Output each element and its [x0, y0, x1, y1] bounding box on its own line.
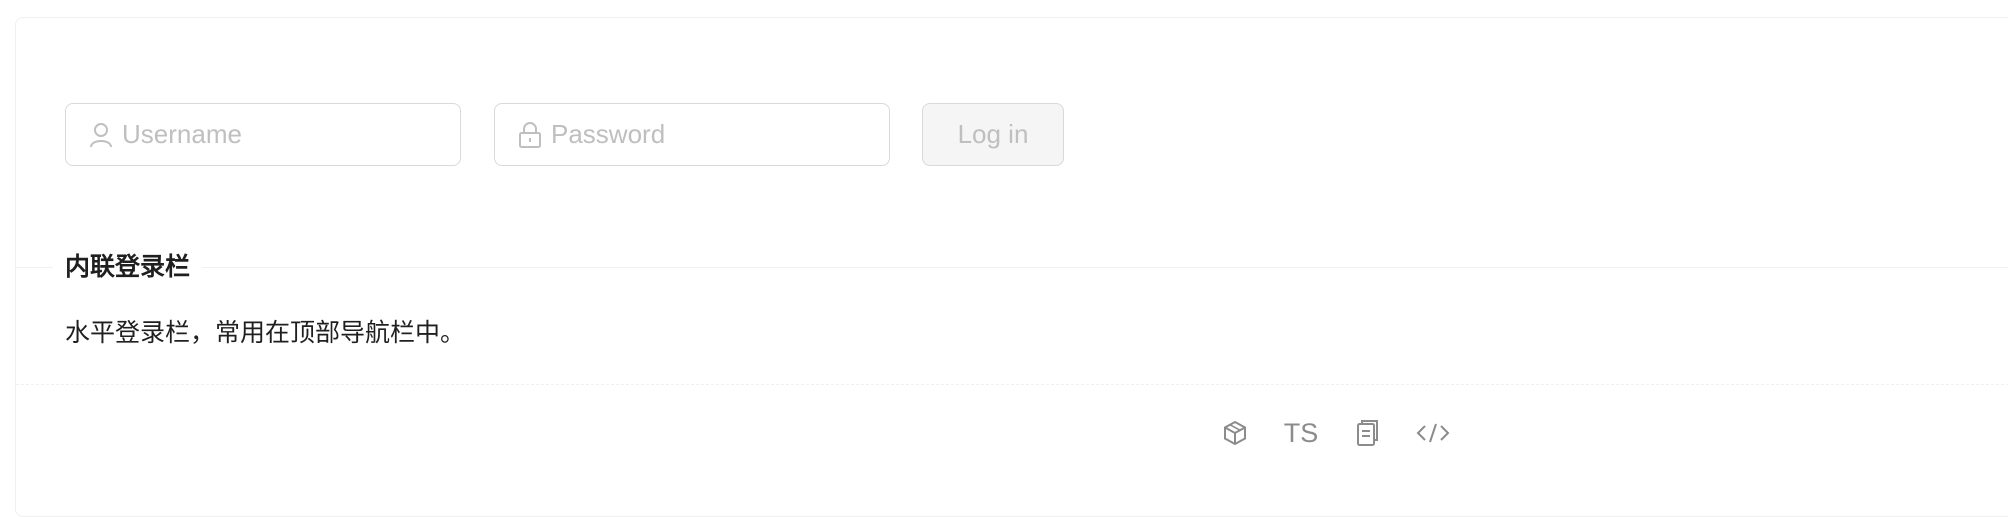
login-button[interactable]: Log in [922, 103, 1064, 166]
copy-icon[interactable] [1349, 413, 1385, 453]
username-field[interactable] [65, 103, 461, 166]
actions-divider [16, 384, 2008, 385]
demo-preview: Log in [16, 18, 2008, 268]
user-icon [88, 121, 114, 149]
password-input[interactable] [551, 119, 851, 150]
meta-divider [16, 267, 2008, 268]
password-field[interactable] [494, 103, 890, 166]
demo-card: Log in 内联登录栏 水平登录栏，常用在顶部导航栏中。 TS [15, 17, 2008, 517]
lock-icon [517, 121, 543, 149]
codesandbox-icon[interactable] [1217, 413, 1253, 453]
code-actions: TS [16, 413, 2008, 453]
typescript-toggle[interactable]: TS [1283, 413, 1319, 453]
username-input[interactable] [122, 119, 422, 150]
demo-title: 内联登录栏 [53, 250, 203, 284]
code-icon[interactable] [1415, 413, 1451, 453]
demo-description: 水平登录栏，常用在顶部导航栏中。 [65, 318, 466, 347]
